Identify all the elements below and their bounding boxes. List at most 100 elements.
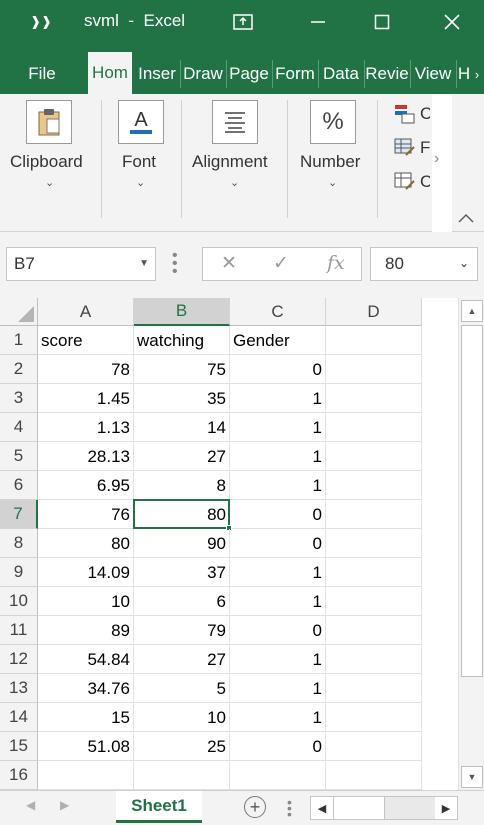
cell-b14[interactable]: 10 xyxy=(134,703,230,732)
clipboard-group[interactable]: Clipboard ⌄ xyxy=(0,94,100,224)
column-header-d[interactable]: D xyxy=(326,298,422,326)
minimize-icon[interactable] xyxy=(298,0,338,44)
quick-access-icon[interactable]: ❱❱ xyxy=(24,0,58,44)
row-header-12[interactable]: 12 xyxy=(0,645,38,674)
cell-a4[interactable]: 1.13 xyxy=(38,413,134,442)
conditional-formatting-icon[interactable] xyxy=(394,104,416,129)
cancel-icon[interactable]: ✕ xyxy=(221,252,237,275)
row-header-4[interactable]: 4 xyxy=(0,413,38,442)
scroll-up-icon[interactable]: ▲ xyxy=(461,300,483,322)
cell-b11[interactable]: 79 xyxy=(134,616,230,645)
column-header-c[interactable]: C xyxy=(230,298,326,326)
cell-b15[interactable]: 25 xyxy=(134,732,230,761)
cell-d6[interactable] xyxy=(326,471,422,500)
row-header-16[interactable]: 16 xyxy=(0,761,38,790)
format-as-table-icon[interactable] xyxy=(394,138,416,163)
cell-d16[interactable] xyxy=(326,761,422,790)
ribbon-display-options-icon[interactable] xyxy=(226,0,260,44)
cell-a9[interactable]: 14.09 xyxy=(38,558,134,587)
previous-sheet-icon[interactable]: ◀ xyxy=(26,798,35,812)
number-group[interactable]: % Number ⌄ xyxy=(288,94,376,224)
cell-b7[interactable]: 80 xyxy=(134,500,230,529)
cell-c5[interactable]: 1 xyxy=(230,442,326,471)
row-header-14[interactable]: 14 xyxy=(0,703,38,732)
cell-c11[interactable]: 0 xyxy=(230,616,326,645)
cell-b4[interactable]: 14 xyxy=(134,413,230,442)
cell-d1[interactable] xyxy=(326,326,422,355)
cell-a16[interactable] xyxy=(38,761,134,790)
collapse-ribbon-icon[interactable] xyxy=(458,210,474,228)
row-header-1[interactable]: 1 xyxy=(0,326,38,355)
more-options-icon[interactable]: • • • xyxy=(172,248,178,280)
add-sheet-icon[interactable]: + xyxy=(244,796,266,818)
cell-c14[interactable]: 1 xyxy=(230,703,326,732)
cell-c1[interactable]: Gender xyxy=(230,326,326,355)
tab-home[interactable]: Hom xyxy=(88,52,132,94)
horizontal-scroll-thumb[interactable] xyxy=(333,797,385,819)
cell-d10[interactable] xyxy=(326,587,422,616)
tab-view[interactable]: View xyxy=(412,54,454,94)
cell-c13[interactable]: 1 xyxy=(230,674,326,703)
cell-b5[interactable]: 27 xyxy=(134,442,230,471)
formula-input[interactable]: 80 ⌄ xyxy=(370,247,478,281)
cell-a8[interactable]: 80 xyxy=(38,529,134,558)
horizontal-scrollbar[interactable]: ◀ ▶ xyxy=(310,796,458,820)
row-header-6[interactable]: 6 xyxy=(0,471,38,500)
cell-d13[interactable] xyxy=(326,674,422,703)
cell-d9[interactable] xyxy=(326,558,422,587)
cell-c6[interactable]: 1 xyxy=(230,471,326,500)
cell-b12[interactable]: 27 xyxy=(134,645,230,674)
scroll-down-icon[interactable]: ▼ xyxy=(461,766,483,788)
tab-draw[interactable]: Draw xyxy=(182,54,224,94)
tab-help[interactable]: H xyxy=(458,54,470,94)
row-header-8[interactable]: 8 xyxy=(0,529,38,558)
row-header-9[interactable]: 9 xyxy=(0,558,38,587)
cell-a14[interactable]: 15 xyxy=(38,703,134,732)
row-header-3[interactable]: 3 xyxy=(0,384,38,413)
row-header-7[interactable]: 7 xyxy=(0,500,38,529)
cell-d7[interactable] xyxy=(326,500,422,529)
cell-c9[interactable]: 1 xyxy=(230,558,326,587)
row-header-5[interactable]: 5 xyxy=(0,442,38,471)
sheet-tab-sheet1[interactable]: Sheet1 xyxy=(116,791,202,823)
cell-b1[interactable]: watching xyxy=(134,326,230,355)
cell-styles-icon[interactable] xyxy=(394,172,416,197)
cell-c4[interactable]: 1 xyxy=(230,413,326,442)
tab-page-layout[interactable]: Page xyxy=(228,54,270,94)
cell-a5[interactable]: 28.13 xyxy=(38,442,134,471)
cell-c10[interactable]: 1 xyxy=(230,587,326,616)
chevron-down-icon[interactable]: ▼ xyxy=(139,258,149,269)
tab-review[interactable]: Revie xyxy=(366,54,408,94)
cell-b3[interactable]: 35 xyxy=(134,384,230,413)
cell-c16[interactable] xyxy=(230,761,326,790)
cell-d4[interactable] xyxy=(326,413,422,442)
cell-b8[interactable]: 90 xyxy=(134,529,230,558)
vertical-scrollbar[interactable]: ▲ ▼ xyxy=(458,298,484,790)
font-group[interactable]: A Font ⌄ xyxy=(102,94,180,224)
tab-insert[interactable]: Inser xyxy=(136,54,178,94)
cell-b9[interactable]: 37 xyxy=(134,558,230,587)
scroll-left-icon[interactable]: ◀ xyxy=(311,797,333,819)
insert-function-icon[interactable]: fx xyxy=(327,252,345,274)
cell-b2[interactable]: 75 xyxy=(134,355,230,384)
cell-d11[interactable] xyxy=(326,616,422,645)
row-header-10[interactable]: 10 xyxy=(0,587,38,616)
chevron-down-icon[interactable]: ⌄ xyxy=(459,256,469,270)
name-box[interactable]: B7 ▼ xyxy=(6,247,156,281)
spreadsheet-grid[interactable]: A B C D 1 score watching Gender 2 78 75 0 3 1.45 35 1 4 1… xyxy=(0,298,458,790)
maximize-icon[interactable] xyxy=(362,0,402,44)
close-icon[interactable] xyxy=(432,0,472,44)
row-header-13[interactable]: 13 xyxy=(0,674,38,703)
next-sheet-icon[interactable]: ▶ xyxy=(60,798,69,812)
column-header-a[interactable]: A xyxy=(38,298,134,326)
cell-d12[interactable] xyxy=(326,645,422,674)
cell-a2[interactable]: 78 xyxy=(38,355,134,384)
cell-b16[interactable] xyxy=(134,761,230,790)
cell-b13[interactable]: 5 xyxy=(134,674,230,703)
row-header-2[interactable]: 2 xyxy=(0,355,38,384)
cell-d5[interactable] xyxy=(326,442,422,471)
cell-a12[interactable]: 54.84 xyxy=(38,645,134,674)
cell-d2[interactable] xyxy=(326,355,422,384)
select-all-button[interactable] xyxy=(0,298,38,326)
cell-a3[interactable]: 1.45 xyxy=(38,384,134,413)
